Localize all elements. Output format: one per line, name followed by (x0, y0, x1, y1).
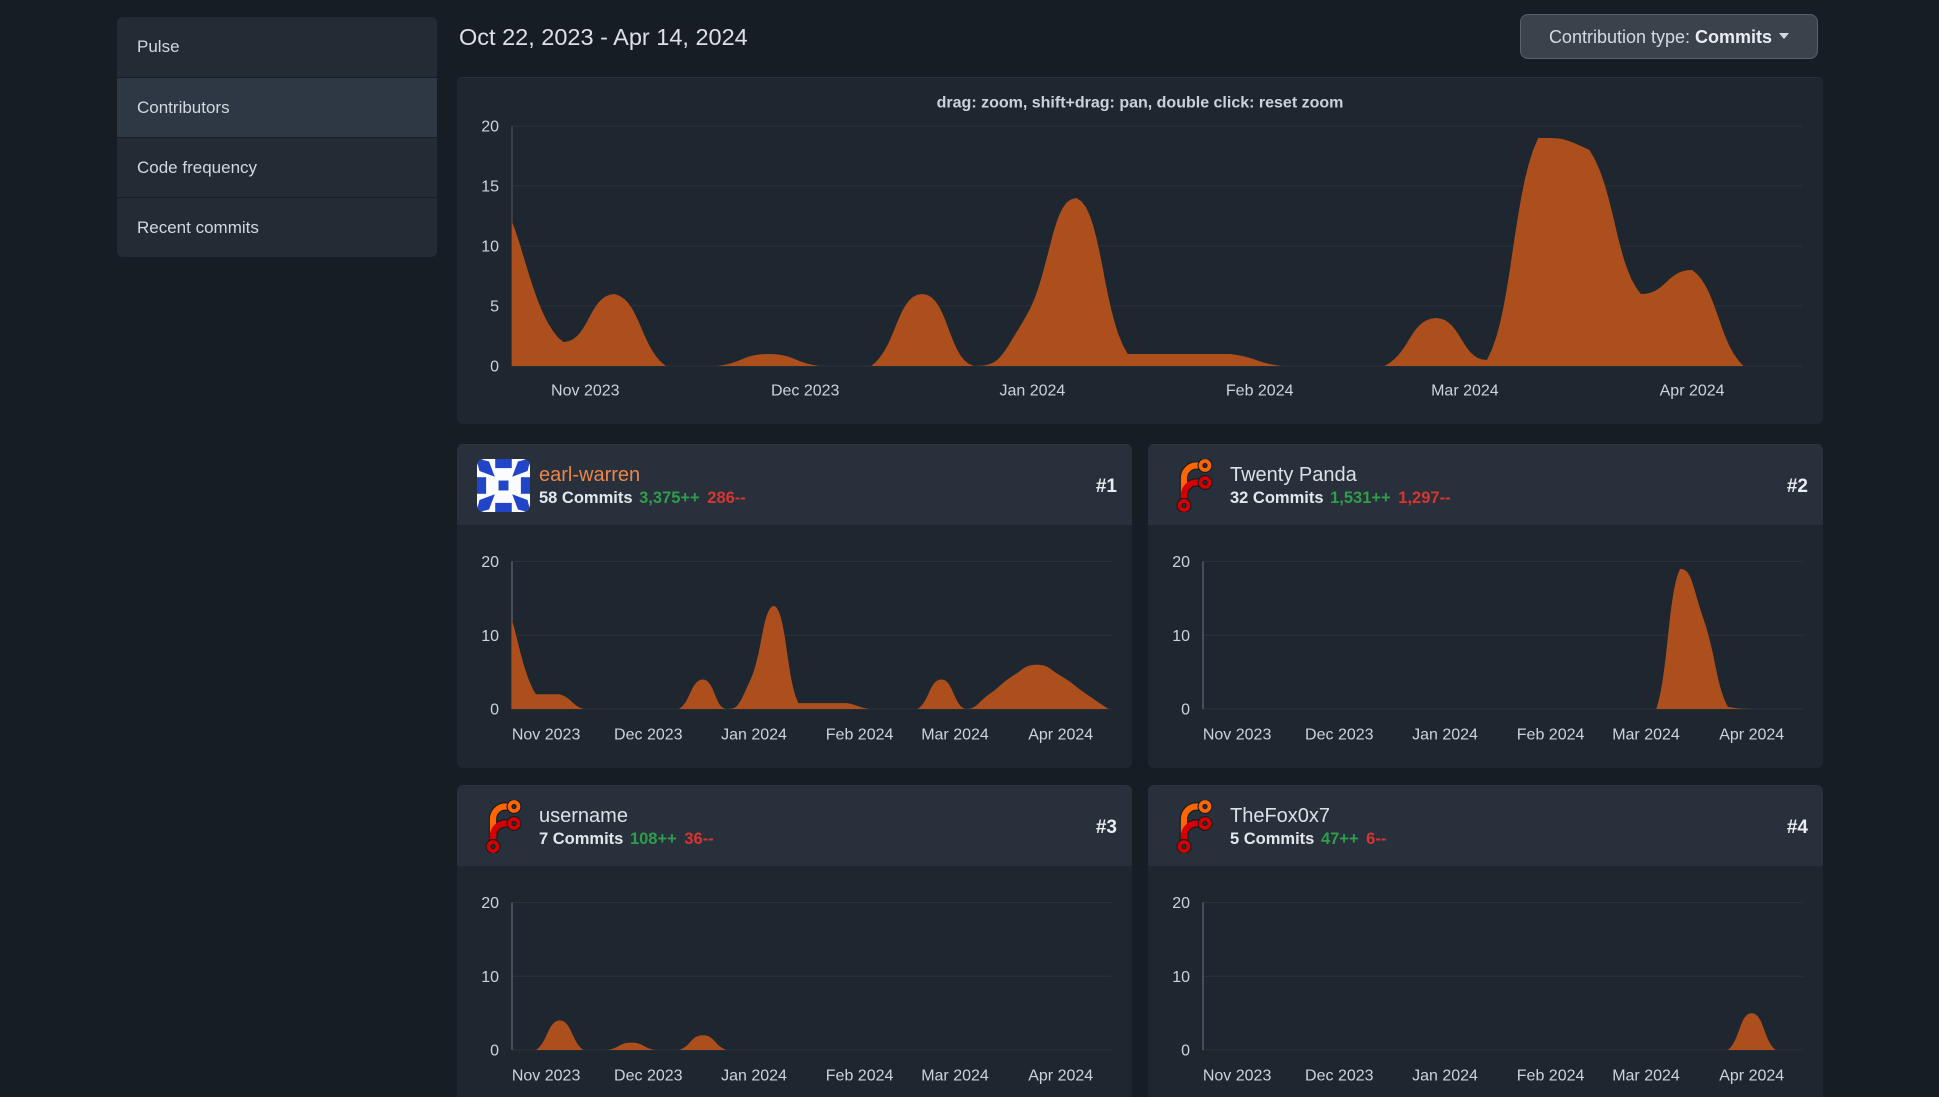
svg-text:20: 20 (1172, 895, 1190, 912)
svg-text:0: 0 (490, 1043, 499, 1060)
svg-text:10: 10 (1172, 969, 1190, 986)
svg-text:Feb 2024: Feb 2024 (826, 727, 894, 744)
svg-text:Feb 2024: Feb 2024 (1517, 727, 1585, 744)
svg-text:5: 5 (490, 299, 499, 316)
svg-text:Nov 2023: Nov 2023 (551, 383, 620, 400)
svg-text:Jan 2024: Jan 2024 (721, 1068, 787, 1085)
svg-text:Jan 2024: Jan 2024 (1412, 1068, 1478, 1085)
svg-text:Feb 2024: Feb 2024 (1226, 383, 1294, 400)
svg-text:Jan 2024: Jan 2024 (1412, 727, 1478, 744)
svg-text:Jan 2024: Jan 2024 (721, 727, 787, 744)
svg-text:Mar 2024: Mar 2024 (921, 727, 989, 744)
svg-text:Nov 2023: Nov 2023 (512, 727, 581, 744)
svg-text:10: 10 (481, 969, 499, 986)
svg-text:Dec 2023: Dec 2023 (1305, 727, 1374, 744)
svg-text:Apr 2024: Apr 2024 (1719, 727, 1784, 744)
svg-text:0: 0 (490, 359, 499, 376)
svg-text:Jan 2024: Jan 2024 (999, 383, 1065, 400)
svg-text:drag: zoom, shift+drag: pan, d: drag: zoom, shift+drag: pan, double clic… (937, 95, 1344, 112)
svg-text:20: 20 (1172, 554, 1190, 571)
svg-text:Dec 2023: Dec 2023 (614, 1068, 683, 1085)
svg-text:Mar 2024: Mar 2024 (1612, 727, 1680, 744)
svg-text:Nov 2023: Nov 2023 (512, 1068, 581, 1085)
svg-text:Apr 2024: Apr 2024 (1719, 1068, 1784, 1085)
svg-text:0: 0 (1181, 702, 1190, 719)
svg-text:10: 10 (481, 628, 499, 645)
svg-text:10: 10 (481, 239, 499, 256)
svg-text:Mar 2024: Mar 2024 (921, 1068, 989, 1085)
svg-text:Apr 2024: Apr 2024 (1660, 383, 1725, 400)
svg-text:0: 0 (1181, 1043, 1190, 1060)
svg-text:Dec 2023: Dec 2023 (1305, 1068, 1374, 1085)
svg-text:Dec 2023: Dec 2023 (771, 383, 840, 400)
svg-text:Feb 2024: Feb 2024 (1517, 1068, 1585, 1085)
svg-text:Apr 2024: Apr 2024 (1028, 1068, 1093, 1085)
svg-text:Mar 2024: Mar 2024 (1612, 1068, 1680, 1085)
svg-text:Mar 2024: Mar 2024 (1431, 383, 1499, 400)
svg-text:15: 15 (481, 179, 499, 196)
svg-text:20: 20 (481, 119, 499, 136)
svg-text:Nov 2023: Nov 2023 (1203, 727, 1272, 744)
svg-text:10: 10 (1172, 628, 1190, 645)
svg-text:Apr 2024: Apr 2024 (1028, 727, 1093, 744)
svg-text:20: 20 (481, 895, 499, 912)
svg-text:20: 20 (481, 554, 499, 571)
svg-text:Nov 2023: Nov 2023 (1203, 1068, 1272, 1085)
svg-text:0: 0 (490, 702, 499, 719)
svg-text:Feb 2024: Feb 2024 (826, 1068, 894, 1085)
svg-text:Dec 2023: Dec 2023 (614, 727, 683, 744)
